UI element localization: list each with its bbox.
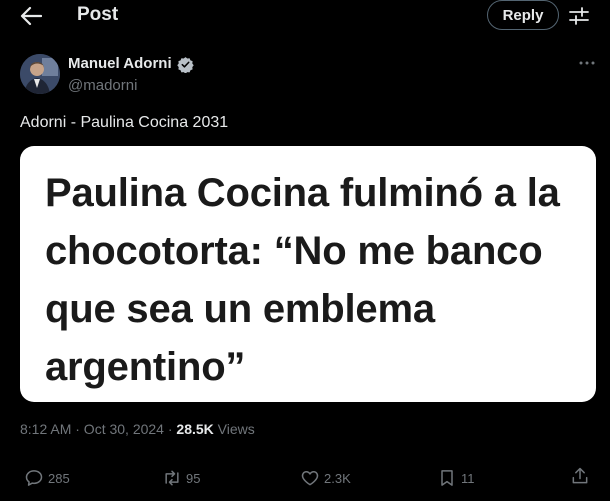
sliders-icon[interactable] <box>568 5 590 27</box>
views-label: Views <box>213 421 255 437</box>
post-timestamp[interactable]: 8:12 AM · Oct 30, 2024 · <box>20 421 176 437</box>
post-text: Adorni - Paulina Cocina 2031 <box>20 114 229 131</box>
image-headline: Paulina Cocina fulminó a la chocotorta: … <box>45 171 560 389</box>
reply-button[interactable]: Reply <box>487 0 559 30</box>
comment-icon <box>25 470 43 486</box>
author-handle[interactable]: @madorni <box>68 77 137 94</box>
verified-badge-icon <box>177 57 194 73</box>
like-action[interactable]: 2.3K <box>300 466 351 490</box>
reply-action[interactable]: 285 <box>24 466 70 490</box>
author-name[interactable]: Manuel Adorni <box>68 55 172 72</box>
views-count: 28.5K <box>176 421 214 437</box>
bookmark-count: 11 <box>461 470 475 486</box>
repost-count: 95 <box>186 470 201 486</box>
arrow-left-icon[interactable] <box>20 6 42 26</box>
reply-count: 285 <box>48 470 70 486</box>
top-bar: Post Reply <box>0 0 610 32</box>
repost-action[interactable]: 95 <box>162 466 200 490</box>
share-icon[interactable] <box>570 466 590 486</box>
bookmark-icon <box>441 470 453 486</box>
bookmark-action[interactable]: 11 <box>437 466 475 490</box>
page-title: Post <box>77 4 119 25</box>
avatar[interactable] <box>20 54 60 94</box>
repost-icon <box>165 470 179 486</box>
heart-icon <box>301 471 319 486</box>
like-count: 2.3K <box>324 470 351 486</box>
post-meta: 8:12 AM · Oct 30, 2024 · 28.5K Views <box>20 421 255 437</box>
avatar-photo-icon <box>20 54 60 94</box>
action-bar: 285 95 2.3K 11 <box>0 466 610 496</box>
more-options-icon[interactable] <box>578 56 596 70</box>
post-image[interactable]: Paulina Cocina fulminó a la chocotorta: … <box>20 146 596 402</box>
